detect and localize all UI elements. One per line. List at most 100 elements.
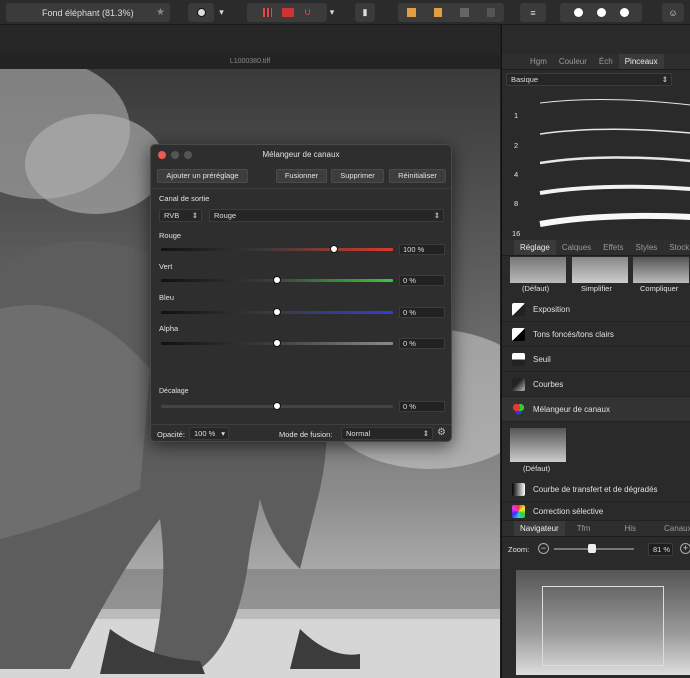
brush-category-select[interactable]: Basique ⇕: [506, 73, 672, 86]
slider-vert[interactable]: [161, 276, 393, 284]
colorspace-select[interactable]: RVB ⇕: [159, 209, 202, 222]
offset-label: Décalage: [159, 388, 189, 395]
studio-tabs: Hgm Couleur Éch Pinceaux: [502, 54, 690, 70]
tab-pinceaux[interactable]: Pinceaux: [618, 54, 664, 69]
user-icon[interactable]: ☺: [662, 3, 684, 22]
zoom-value-field[interactable]: 81 %: [648, 543, 673, 556]
chevron-down-icon: ▾: [221, 429, 225, 438]
circle-icon: [196, 8, 206, 17]
zoom-slider-knob[interactable]: [588, 544, 596, 553]
dropdown-arrow-icon[interactable]: ▾: [327, 3, 337, 22]
document-name: Fond éléphant (81.3%): [42, 7, 134, 18]
add-preset-button[interactable]: Ajouter un préréglage: [157, 169, 248, 183]
preset-thumbnail[interactable]: [510, 257, 566, 283]
arrange-icon[interactable]: [407, 8, 416, 17]
channel-label-vert: Vert: [159, 262, 173, 271]
value-offset[interactable]: 0 %: [399, 401, 445, 412]
arrange-icon[interactable]: [433, 8, 442, 17]
value-bleu[interactable]: 0 %: [399, 307, 445, 318]
chevron-updown-icon: ⇕: [191, 211, 198, 220]
selection-tools-group: ∪: [247, 3, 327, 22]
preset-label: Simplifier: [581, 284, 612, 293]
divider: [151, 188, 451, 189]
adjustment-gradient-map[interactable]: Courbe de transfert et de dégradés: [502, 477, 690, 502]
opacity-field[interactable]: 100 % ▾: [189, 427, 229, 440]
preset-thumbnail[interactable]: [572, 257, 628, 283]
canvas-title: L1000380.tiff: [0, 55, 500, 69]
chevron-updown-icon: ⇕: [433, 211, 440, 220]
reset-button[interactable]: Réinitialiser: [389, 169, 446, 183]
tab-calques[interactable]: Calques: [556, 240, 597, 255]
tab-hgm[interactable]: Hgm: [524, 54, 553, 69]
blend-mode-select[interactable]: Normal ⇕: [341, 427, 433, 440]
tab-his[interactable]: His: [618, 521, 642, 536]
adjustment-channel-mixer[interactable]: Mélangeur de canaux: [502, 397, 690, 422]
tab-tfm[interactable]: Tfm: [571, 521, 597, 536]
value-alpha[interactable]: 0 %: [399, 338, 445, 349]
align-icon[interactable]: ≡: [520, 3, 546, 22]
tab-styles[interactable]: Styles: [629, 240, 663, 255]
dropdown-arrow-icon[interactable]: ▾: [215, 3, 228, 22]
slider-knob[interactable]: [273, 402, 281, 410]
value-rouge[interactable]: 100 %: [399, 244, 445, 255]
output-channel-label: Canal de sortie: [159, 194, 210, 203]
navigator-viewport[interactable]: [542, 586, 664, 666]
navigator-preview[interactable]: [516, 570, 690, 675]
marquee-icon[interactable]: [281, 8, 294, 17]
tab-canaux[interactable]: Canaux: [658, 521, 690, 536]
grid-icon[interactable]: [262, 8, 272, 17]
tab-navigateur[interactable]: Navigateur: [514, 521, 565, 536]
adjustment-label: Courbe de transfert et de dégradés: [533, 484, 658, 494]
mixer-preset-thumbnail[interactable]: [510, 428, 566, 462]
tab-ech[interactable]: Éch: [593, 54, 619, 69]
arrange-icon[interactable]: [486, 8, 495, 17]
star-icon[interactable]: ★: [156, 7, 165, 18]
zoom-slider[interactable]: [554, 544, 634, 553]
slider-alpha[interactable]: [161, 339, 393, 347]
value-vert[interactable]: 0 %: [399, 275, 445, 286]
output-channel-select[interactable]: Rouge ⇕: [209, 209, 444, 222]
delete-button[interactable]: Supprimer: [331, 169, 384, 183]
slider-knob[interactable]: [273, 339, 281, 347]
slider-knob[interactable]: [330, 245, 339, 253]
preset-thumbnail[interactable]: [633, 257, 689, 283]
threshold-icon: [512, 352, 525, 366]
brush-size-label: 1: [514, 111, 519, 120]
tab-couleur[interactable]: Couleur: [553, 54, 593, 69]
circle-tool-button[interactable]: [188, 3, 214, 22]
slider-knob[interactable]: [273, 276, 281, 284]
brush-icon[interactable]: ▮: [355, 3, 375, 22]
intersect-icon[interactable]: [619, 8, 629, 17]
merge-button[interactable]: Fusionner: [276, 169, 327, 183]
adjustment-threshold[interactable]: Seuil: [502, 347, 690, 372]
arrange-icon[interactable]: [460, 8, 469, 17]
tab-stock[interactable]: Stock: [663, 240, 690, 255]
adjustment-label: Correction sélective: [533, 506, 604, 516]
zoom-out-icon[interactable]: −: [538, 543, 549, 554]
slider-rouge[interactable]: [161, 245, 393, 253]
slider-knob[interactable]: [273, 308, 281, 316]
preset-label: (Défaut): [522, 284, 550, 293]
divider: [151, 424, 451, 425]
channel-label-bleu: Bleu: [159, 293, 175, 302]
adjustment-exposition[interactable]: Exposition: [502, 297, 690, 322]
adjustment-selective-color[interactable]: Correction sélective: [502, 502, 690, 521]
zoom-in-icon[interactable]: +: [680, 543, 690, 554]
tab-effets[interactable]: Effets: [597, 240, 629, 255]
magnet-icon[interactable]: ∪: [304, 7, 311, 18]
tab-reglage[interactable]: Réglage: [514, 240, 556, 255]
gear-icon[interactable]: ⚙: [437, 427, 446, 438]
blend-mode-value: Normal: [346, 429, 371, 438]
add-icon[interactable]: [573, 8, 583, 17]
exposure-icon: [512, 302, 525, 316]
slider-track: [161, 248, 393, 251]
document-name-field[interactable]: Fond éléphant (81.3%) ★: [6, 3, 170, 22]
subtract-icon[interactable]: [596, 8, 606, 17]
adjustment-curves[interactable]: Courbes: [502, 372, 690, 397]
adjust-tabs: Réglage Calques Effets Styles Stock: [502, 240, 690, 256]
channel-mixer-dialog: Mélangeur de canaux Ajouter un préréglag…: [150, 144, 452, 442]
slider-bleu[interactable]: [161, 308, 393, 316]
slider-offset[interactable]: [161, 402, 393, 410]
mixer-preset-label: (Défaut): [523, 464, 551, 473]
adjustment-shadows-highlights[interactable]: Tons foncés/tons clairs: [502, 322, 690, 347]
